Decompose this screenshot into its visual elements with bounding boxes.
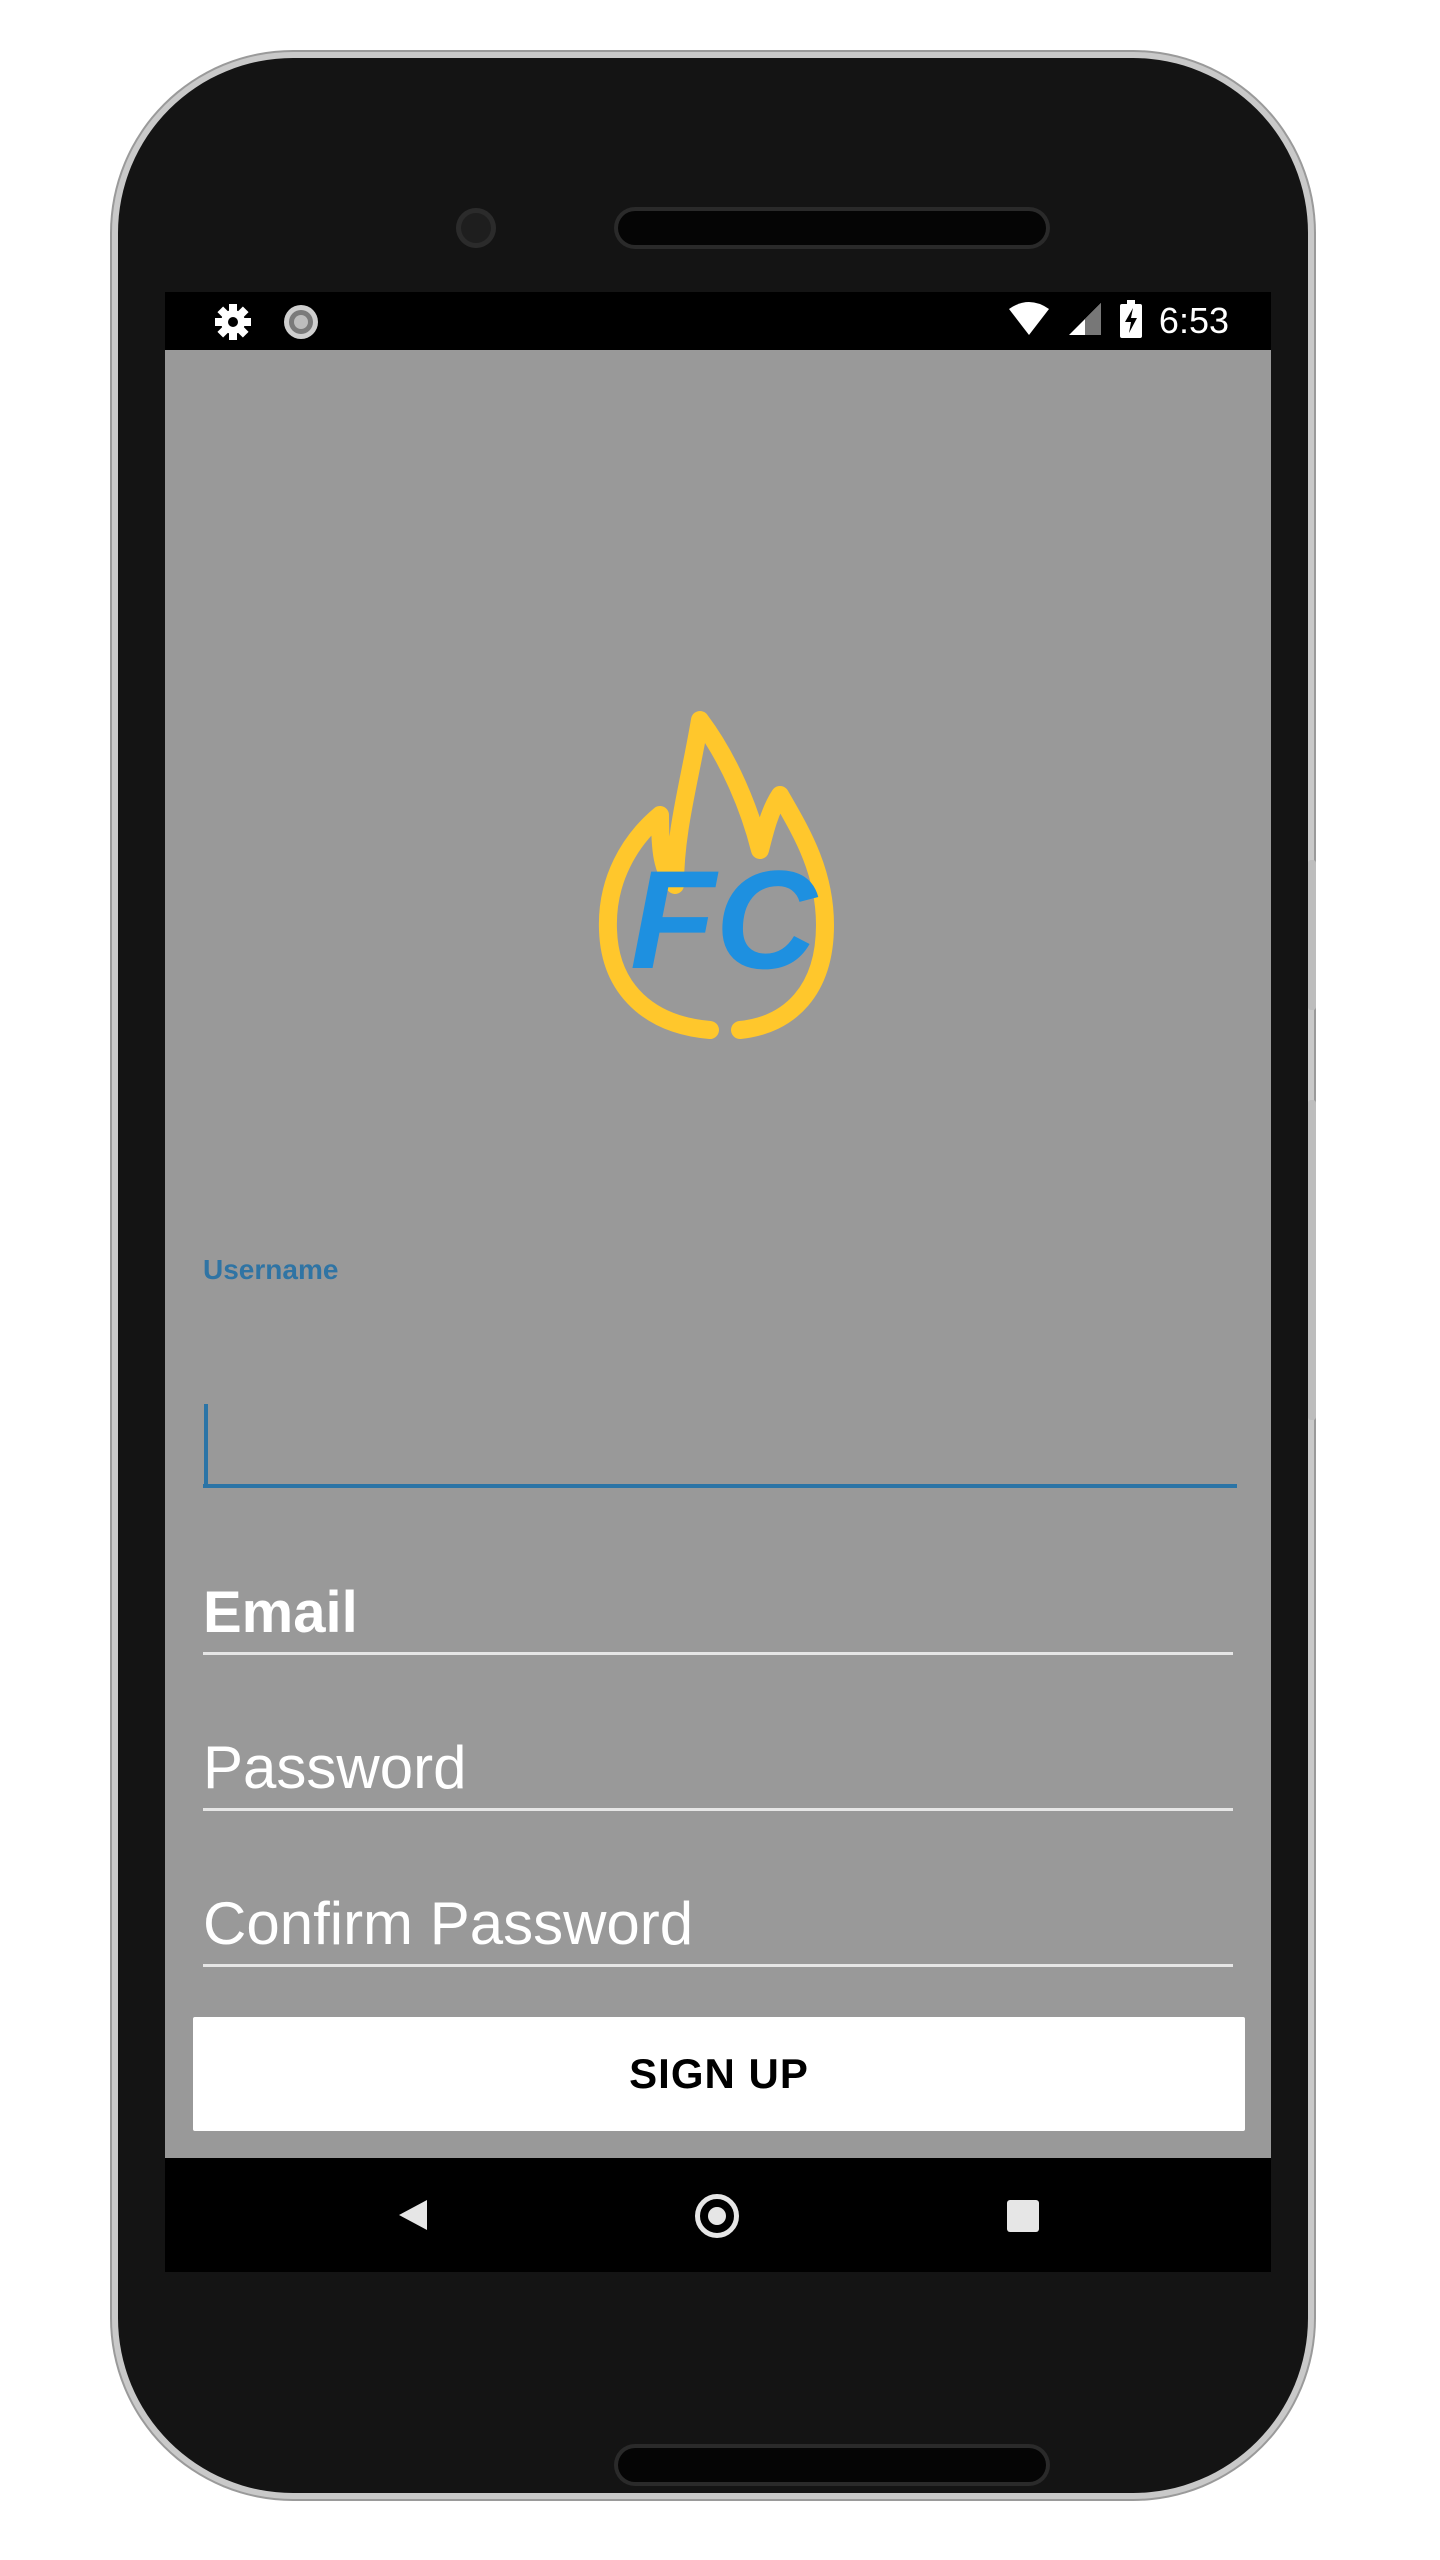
svg-text:FC: FC	[630, 841, 819, 998]
password-placeholder: Password	[203, 1734, 467, 1801]
navigation-bar	[165, 2158, 1271, 2272]
top-speaker	[618, 211, 1046, 245]
wifi-icon	[1007, 301, 1051, 341]
signup-button[interactable]: SIGN UP	[193, 2017, 1245, 2131]
email-field[interactable]: Email	[203, 1572, 1233, 1655]
volume-button	[1308, 860, 1316, 1010]
password-field[interactable]: Password	[203, 1728, 1233, 1811]
email-placeholder: Email	[203, 1580, 358, 1645]
front-camera	[456, 208, 496, 248]
bottom-speaker	[618, 2448, 1046, 2482]
username-input[interactable]	[203, 1392, 1237, 1488]
gear-icon	[213, 302, 253, 346]
app-logo: FC	[590, 700, 850, 1040]
battery-charging-icon	[1119, 300, 1143, 342]
sync-icon	[281, 302, 321, 346]
status-time: 6:53	[1158, 300, 1229, 341]
text-cursor	[204, 1404, 208, 1484]
status-bar: 6:53	[165, 292, 1271, 350]
signal-icon	[1067, 301, 1103, 341]
home-icon[interactable]	[695, 2194, 739, 2238]
back-icon[interactable]	[395, 2198, 429, 2236]
username-label: Username	[203, 1254, 339, 1285]
power-button	[1308, 1100, 1316, 1420]
recents-icon[interactable]	[1007, 2200, 1039, 2232]
confirm-password-field[interactable]: Confirm Password	[203, 1884, 1233, 1967]
app-screen: 6:53 FC Username Email Password Confirm …	[165, 292, 1271, 2272]
confirm-password-placeholder: Confirm Password	[203, 1890, 694, 1957]
